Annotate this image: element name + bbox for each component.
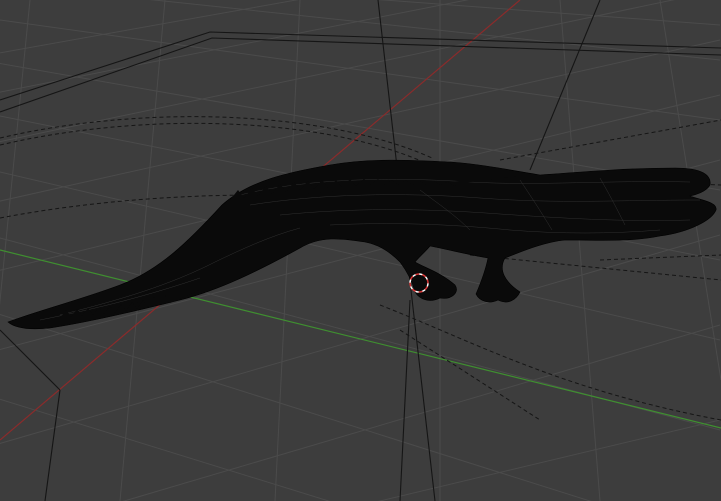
floor-grid: [0, 0, 721, 501]
y-axis-line: [0, 249, 721, 429]
viewport-canvas[interactable]: [0, 0, 721, 501]
camera-frustum-wire: [0, 0, 721, 501]
3d-viewport[interactable]: [0, 0, 721, 501]
alligator-mesh[interactable]: [7, 159, 717, 330]
